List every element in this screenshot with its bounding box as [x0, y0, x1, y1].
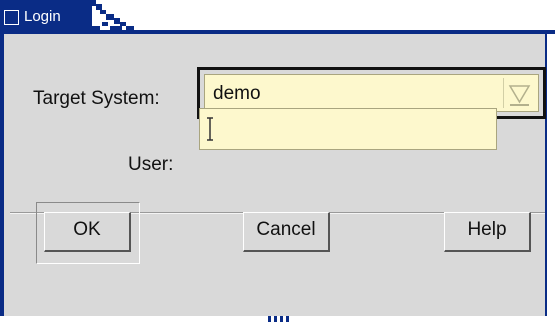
combo-dropdown-button[interactable] — [503, 78, 535, 108]
triangle-down-icon — [508, 85, 531, 106]
target-system-value: demo — [213, 83, 261, 104]
title-tab[interactable]: Login — [0, 0, 170, 33]
cancel-button[interactable]: Cancel — [243, 212, 330, 252]
ok-button[interactable]: OK — [44, 212, 131, 252]
login-dialog: Target System: demo User: OK Cancel Help — [0, 34, 547, 316]
bottom-decoration — [268, 316, 292, 322]
text-cursor-icon — [207, 117, 213, 141]
target-system-combobox[interactable]: demo — [204, 74, 539, 112]
window-icon[interactable] — [4, 10, 19, 25]
title-bar[interactable]: Login — [0, 0, 555, 34]
target-system-label: Target System: — [33, 88, 160, 109]
help-button[interactable]: Help — [444, 212, 531, 252]
user-label: User: — [128, 154, 174, 175]
user-input[interactable] — [199, 108, 497, 150]
window-title: Login — [24, 8, 61, 25]
title-decoration-icon — [84, 0, 170, 33]
